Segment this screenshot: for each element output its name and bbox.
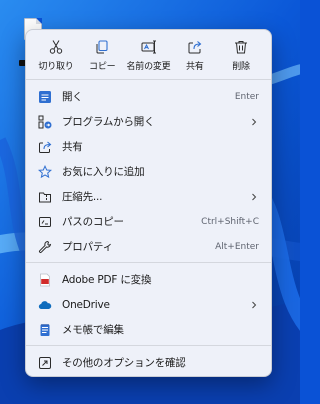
share-label: 共有 [185, 62, 204, 72]
folder-zip-icon [39, 192, 51, 202]
rename-icon [141, 40, 156, 54]
menu-item-open-label: 開く [62, 91, 83, 103]
divider [26, 79, 271, 80]
menu-item-open-with[interactable]: プログラムから開く [26, 109, 271, 134]
menu-item-notepad[interactable]: メモ帳で編集 [26, 317, 271, 342]
menu-item-open[interactable]: 開く Enter [26, 84, 271, 109]
cut-label: 切り取り [38, 62, 74, 72]
menu-item-share[interactable]: 共有 [26, 134, 271, 159]
context-toolbar: 切り取り コピー 名前の変更 共有 削除 [26, 30, 271, 78]
menu-item-compress-label: 圧縮先... [62, 191, 103, 203]
menu-item-notepad-label: メモ帳で編集 [62, 324, 124, 336]
star-icon [38, 164, 52, 178]
divider [26, 345, 271, 346]
scissors-icon [49, 40, 63, 54]
open-with-icon [38, 115, 52, 128]
menu-item-properties[interactable]: プロパティ Alt+Enter [26, 234, 271, 259]
cut-button[interactable]: 切り取り [33, 36, 79, 76]
share-icon [39, 141, 52, 153]
menu-item-properties-shortcut: Alt+Enter [215, 241, 259, 252]
copy-label: コピー [89, 62, 116, 72]
copy-icon [96, 40, 108, 54]
menu-item-more-options[interactable]: その他のオプションを確認 [26, 350, 271, 375]
more-options-icon [39, 356, 51, 369]
menu-item-favorite-label: お気に入りに追加 [62, 166, 145, 178]
menu-item-compress[interactable]: 圧縮先... [26, 184, 271, 209]
menu-item-adobe-pdf[interactable]: Adobe PDF に変換 [26, 267, 271, 292]
share-button[interactable]: 共有 [172, 36, 218, 76]
menu-item-open-shortcut: Enter [234, 91, 259, 102]
delete-label: 削除 [232, 62, 250, 72]
chevron-right-icon [252, 193, 257, 200]
menu-item-onedrive-label: OneDrive [62, 298, 110, 311]
menu-item-copy-path-shortcut: Ctrl+Shift+C [201, 216, 259, 227]
chevron-right-icon [252, 301, 257, 308]
pdf-icon [40, 273, 50, 286]
menu-item-more-options-label: その他のオプションを確認 [62, 357, 186, 369]
menu-item-onedrive[interactable]: OneDrive [26, 292, 271, 317]
app-icon [39, 90, 51, 103]
chevron-right-icon [252, 118, 257, 125]
copy-button[interactable]: コピー [79, 36, 125, 76]
cloud-icon [38, 300, 52, 309]
menu-item-share-label: 共有 [62, 141, 83, 153]
delete-button[interactable]: 削除 [218, 36, 264, 76]
share-icon [188, 41, 202, 54]
menu-item-copy-path[interactable]: パスのコピー Ctrl+Shift+C [26, 209, 271, 234]
menu-item-copy-path-label: パスのコピー [62, 216, 124, 228]
menu-item-open-with-label: プログラムから開く [62, 116, 155, 128]
path-icon [39, 216, 51, 227]
rename-label: 名前の変更 [126, 62, 171, 72]
menu-item-adobe-pdf-label: Adobe PDF に変換 [62, 274, 152, 286]
trash-icon [235, 41, 247, 54]
context-menu: 切り取り コピー 名前の変更 共有 削除 開く Enter プログラムから開く … [25, 29, 272, 377]
menu-item-properties-label: プロパティ [62, 241, 113, 253]
wrench-icon [38, 240, 52, 253]
rename-button[interactable]: 名前の変更 [126, 36, 172, 76]
notepad-icon [40, 323, 50, 336]
menu-item-favorite[interactable]: お気に入りに追加 [26, 159, 271, 184]
divider [26, 262, 271, 263]
